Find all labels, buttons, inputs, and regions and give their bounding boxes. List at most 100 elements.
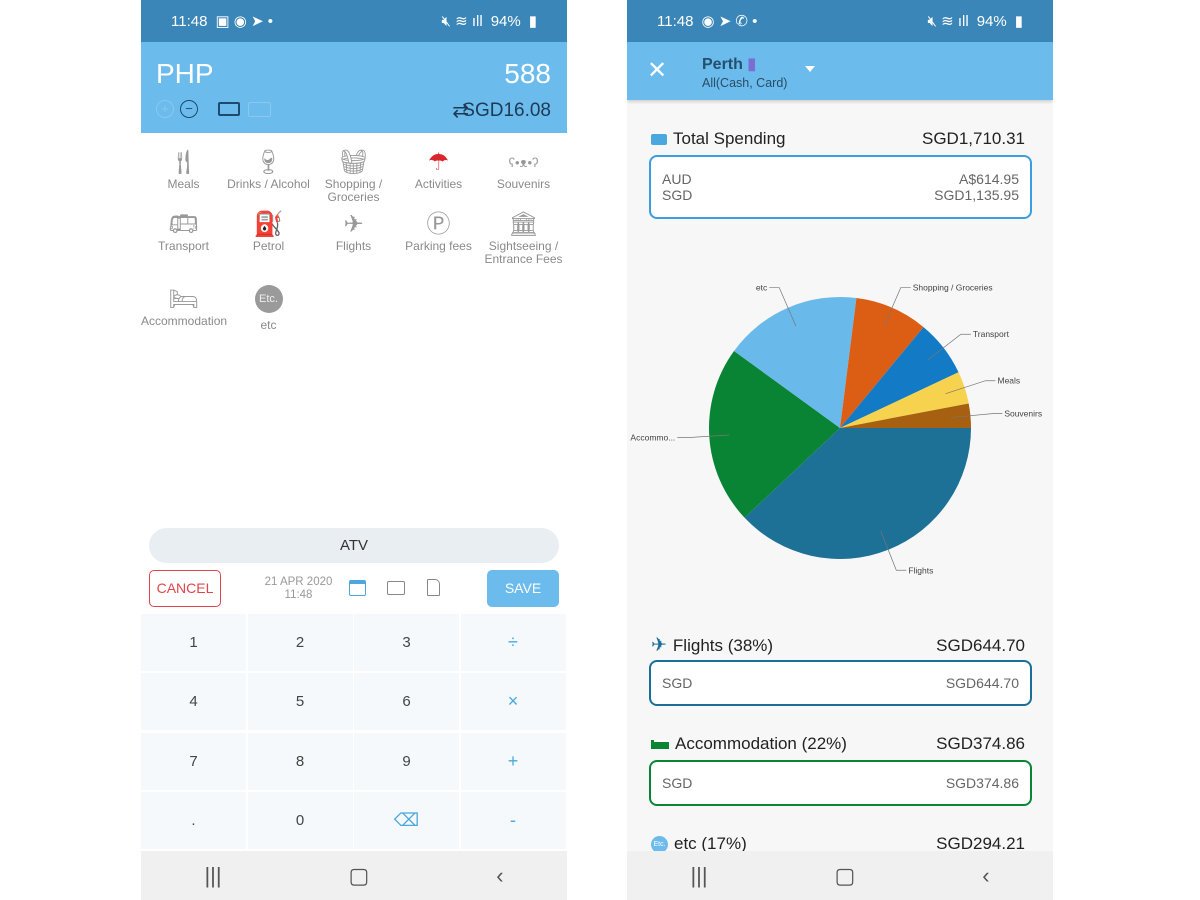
- category-meals[interactable]: 🍴︎ Meals: [141, 148, 226, 191]
- category-shopping-groceries[interactable]: 🧺︎ Shopping / Groceries: [311, 148, 396, 204]
- time-text: 11:48: [284, 589, 313, 601]
- trip-emoji-icon: ▮: [747, 56, 757, 73]
- category-activities[interactable]: ☂ Activities: [396, 148, 481, 191]
- accommodation-section-header[interactable]: Accommodation (22%) SGD374.86: [651, 734, 1025, 754]
- signal-icons: 🔇︎ ≋ ıll: [927, 13, 969, 30]
- category-drinks-alcohol[interactable]: 🍷︎ Drinks / Alcohol: [226, 148, 311, 191]
- payment-filter: All(Cash, Card): [702, 76, 788, 90]
- recent-apps-icon[interactable]: |||: [204, 863, 221, 889]
- section-label: Flights (38%): [672, 635, 774, 655]
- breakdown-row: SGD SGD1,135.95: [662, 187, 1019, 203]
- category-pie-chart: Flights Accommo... etc Shopping / Groceries…: [630, 283, 1042, 576]
- status-time: 11:48: [657, 12, 694, 30]
- status-bar: 11:48 ▣ ◉ ➤ • 🔇︎ ≋ ıll 94% ▮: [141, 0, 567, 42]
- currency: SGD: [662, 675, 693, 691]
- spending-summary-screen: 11:48 ◉ ➤ ✆ • 🔇︎ ≋ ıll 94% ▮ ✕ Perth ▮ All(…: [627, 0, 1053, 900]
- flights-section-header[interactable]: ✈ Flights (38%) SGD644.70: [651, 634, 1025, 657]
- plus-toggle-icon[interactable]: +: [156, 100, 174, 118]
- key-0[interactable]: 1: [141, 614, 247, 672]
- pie-label: Accommo...: [630, 433, 675, 443]
- amount-display: 588: [504, 58, 551, 89]
- trip-title: Perth: [702, 56, 743, 73]
- category-flights[interactable]: ✈ Flights: [311, 210, 396, 253]
- signal-icons: 🔇︎ ≋ ıll: [441, 13, 483, 30]
- key-2[interactable]: 3: [354, 614, 460, 672]
- key-3[interactable]: ÷: [460, 614, 567, 672]
- save-button[interactable]: SAVE: [487, 570, 559, 607]
- section-amount: SGD374.86: [936, 734, 1025, 753]
- notification-icons: ▣ ◉ ➤ •: [215, 13, 274, 30]
- accommodation-breakdown: SGD SGD374.86: [649, 760, 1032, 806]
- category-souvenirs[interactable]: ʕ•ᴥ•ʔ Souvenirs: [481, 148, 566, 191]
- section-amount: SGD644.70: [936, 635, 1025, 655]
- value: A$614.95: [959, 171, 1019, 187]
- category-accommodation[interactable]: 🛏︎ Accommodation: [141, 285, 228, 328]
- status-bar: 11:48 ◉ ➤ ✆ • 🔇︎ ≋ ıll 94% ▮: [627, 0, 1053, 42]
- category-label: Accommodation: [141, 314, 228, 328]
- section-label: Accommodation (22%): [675, 734, 847, 753]
- category-label: Souvenirs: [496, 177, 551, 191]
- home-icon[interactable]: ▢: [835, 863, 856, 889]
- key-7[interactable]: ×: [460, 673, 567, 732]
- category-etc[interactable]: Etc. etc: [226, 285, 311, 332]
- key-6[interactable]: 6: [354, 673, 460, 732]
- flights-breakdown: SGD SGD644.70: [649, 660, 1032, 706]
- fork-knife-icon: 🍴︎: [168, 149, 199, 176]
- category-petrol[interactable]: ⛽ Petrol: [226, 210, 311, 253]
- minus-toggle-icon[interactable]: −: [180, 100, 198, 118]
- back-icon[interactable]: ‹: [496, 863, 503, 889]
- key-12[interactable]: .: [141, 791, 247, 850]
- card-icon[interactable]: [248, 102, 271, 117]
- android-nav-bar: ||| ▢ ‹: [627, 851, 1053, 900]
- trip-selector[interactable]: Perth ▮: [702, 54, 756, 74]
- home-icon[interactable]: ▢: [349, 863, 370, 889]
- key-10[interactable]: 9: [354, 732, 460, 791]
- total-amount: SGD1,710.31: [921, 129, 1025, 148]
- note-icon[interactable]: [427, 579, 440, 596]
- back-icon[interactable]: ‹: [982, 863, 989, 889]
- pie-label: Meals: [998, 376, 1021, 386]
- category-transport[interactable]: 🚌︎ Transport: [141, 210, 226, 253]
- battery-level: 94%: [976, 12, 1007, 30]
- airplane-icon: ✈: [651, 635, 667, 656]
- category-label: Flights: [335, 239, 372, 253]
- pie-label: Transport: [973, 329, 1010, 339]
- bed-icon: [651, 739, 669, 749]
- category-sightseeing-entrance-fees[interactable]: 🏛︎ Sightseeing / Entrance Fees: [481, 210, 566, 266]
- key-8[interactable]: 7: [141, 732, 247, 791]
- parking-icon: Ⓟ: [426, 211, 451, 238]
- museum-icon: 🏛︎: [508, 211, 539, 238]
- fuel-pump-icon: ⛽: [253, 211, 284, 238]
- currency: AUD: [662, 171, 692, 187]
- key-5[interactable]: 5: [247, 673, 354, 732]
- dropdown-caret-icon[interactable]: [805, 66, 815, 72]
- breakdown-row: AUD A$614.95: [662, 171, 1019, 187]
- battery-level: 94%: [490, 12, 521, 30]
- value: SGD1,135.95: [934, 187, 1019, 203]
- cancel-button[interactable]: CANCEL: [149, 570, 221, 607]
- category-parking-fees[interactable]: Ⓟ Parking fees: [396, 210, 481, 253]
- key-15[interactable]: -: [460, 791, 567, 850]
- key-11[interactable]: +: [460, 732, 567, 791]
- key-9[interactable]: 8: [247, 732, 354, 791]
- memo-input[interactable]: ATV: [149, 528, 559, 563]
- key-4[interactable]: 4: [141, 673, 247, 732]
- airplane-icon: ✈: [343, 211, 364, 238]
- close-icon[interactable]: ✕: [647, 56, 667, 85]
- key-13[interactable]: 0: [247, 791, 354, 850]
- recent-apps-icon[interactable]: |||: [690, 863, 707, 889]
- cash-icon[interactable]: [218, 102, 240, 116]
- converted-amount: SGD16.08: [462, 100, 551, 121]
- image-icon[interactable]: [387, 581, 405, 595]
- calendar-icon[interactable]: [349, 580, 366, 596]
- parachute-icon: ☂: [427, 149, 450, 176]
- date-time[interactable]: 21 APR 2020 11:48: [251, 576, 346, 602]
- value: SGD374.86: [945, 775, 1019, 791]
- category-label: etc: [260, 318, 277, 332]
- currency-selector[interactable]: PHP: [156, 58, 214, 90]
- key-14[interactable]: ⌫: [354, 791, 460, 850]
- trip-header: ✕ Perth ▮ All(Cash, Card): [627, 42, 1053, 100]
- value: SGD644.70: [945, 675, 1019, 691]
- amount-header: PHP 588 + − ⇄ SGD16.08: [141, 42, 567, 133]
- key-1[interactable]: 2: [247, 614, 354, 672]
